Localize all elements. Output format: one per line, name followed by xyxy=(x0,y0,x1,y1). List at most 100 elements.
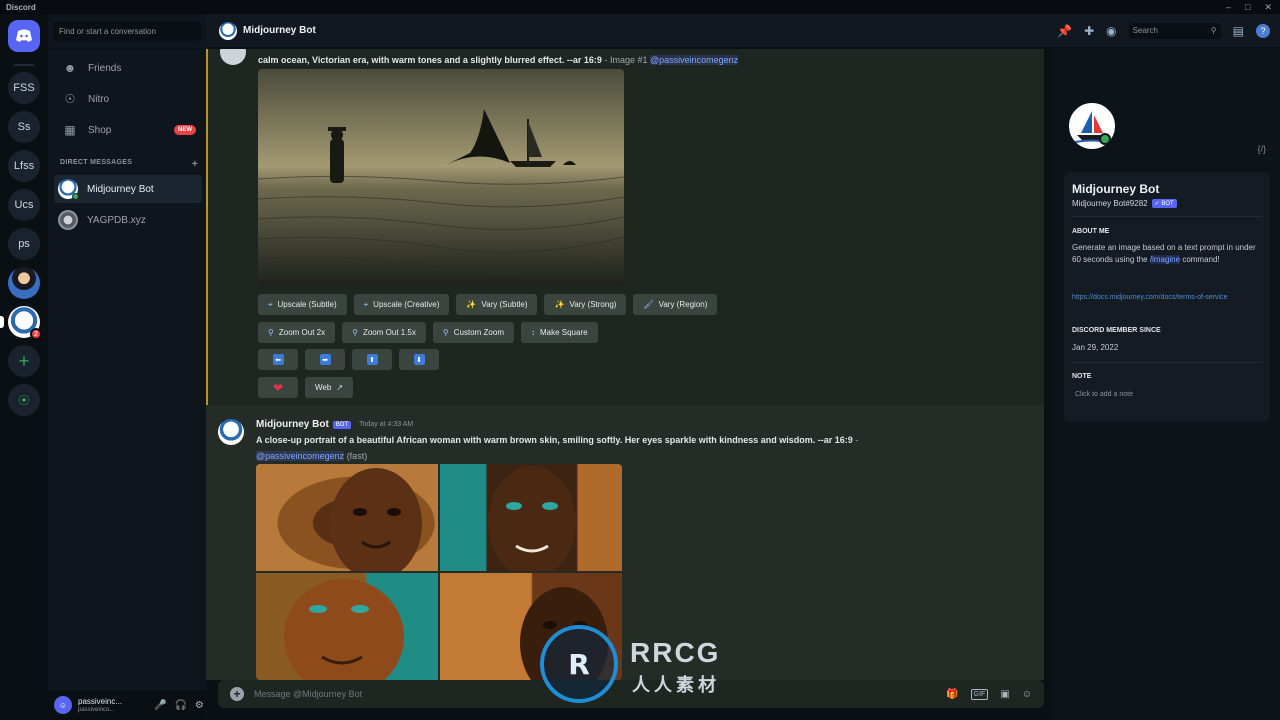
custom-zoom-button[interactable]: ⚲ Custom Zoom xyxy=(432,322,514,343)
watermark: R RRCG 人人素材 xyxy=(540,625,750,705)
server-ss[interactable]: Ss xyxy=(8,111,40,143)
timestamp: Today at 4:33 AM xyxy=(359,421,414,428)
make-square-button[interactable]: ↕ Make Square xyxy=(520,322,598,343)
arrow-down-icon: ⬇ xyxy=(413,354,425,365)
profile-tag: Midjourney Bot#9282 ✓ BOT xyxy=(1072,199,1177,208)
server-lfss[interactable]: Lfss xyxy=(8,150,40,182)
pan-up-button[interactable]: ⬆ xyxy=(352,349,392,370)
portrait-image-1[interactable] xyxy=(256,464,438,571)
minimize-icon[interactable]: – xyxy=(1226,2,1231,13)
web-link-button[interactable]: Web ↗ xyxy=(305,377,354,398)
create-dm-icon[interactable]: + xyxy=(192,159,198,170)
profile-card: Midjourney Bot Midjourney Bot#9282 ✓ BOT… xyxy=(1064,172,1270,422)
zoom-out-1-5x-button[interactable]: ⚲ Zoom Out 1.5x xyxy=(342,322,426,343)
nav-friends[interactable]: ☻ Friends xyxy=(54,54,202,82)
bot-badge: ✓ BOT xyxy=(1151,199,1177,208)
divider xyxy=(48,48,206,49)
active-indicator xyxy=(0,316,4,328)
maximize-icon[interactable]: □ xyxy=(1245,2,1250,13)
avatar xyxy=(220,49,246,65)
portrait-image-2[interactable] xyxy=(440,464,622,571)
face-illustration xyxy=(330,468,422,571)
microphone-icon[interactable]: 🎤 xyxy=(154,700,166,711)
watermark-text: RRCG xyxy=(630,637,721,668)
imagine-command[interactable]: /imagine xyxy=(1149,255,1181,264)
sparkle-icon: ✨ xyxy=(466,300,477,309)
vary-strong-button[interactable]: ✨ Vary (Strong) xyxy=(544,294,627,315)
server-avatar[interactable] xyxy=(8,267,40,299)
terms-link[interactable]: https://docs.midjourney.com/docs/terms-o… xyxy=(1072,292,1262,304)
home-button[interactable] xyxy=(8,20,40,52)
online-status-icon xyxy=(72,193,79,200)
bot-badge: BOT xyxy=(332,420,352,429)
user-info: passiveinc... passiveinco... xyxy=(78,697,146,713)
user-mention[interactable]: @passiveincomegenz xyxy=(649,55,739,65)
discover-button[interactable]: ⦿ xyxy=(8,384,40,416)
avatar[interactable] xyxy=(218,419,244,445)
upscale-subtle-button[interactable]: ⌖ Upscale (Subtle) xyxy=(258,294,347,315)
user-profile-icon[interactable]: ◉ xyxy=(1106,24,1116,38)
favorite-button[interactable]: ❤ xyxy=(258,377,298,398)
pan-down-button[interactable]: ⬇ xyxy=(399,349,439,370)
message-content: A close-up portrait of a beautiful Afric… xyxy=(256,435,859,461)
sticker-icon[interactable]: ▣ xyxy=(1000,689,1009,700)
avatar xyxy=(58,210,78,230)
nav-nitro[interactable]: ☉ Nitro xyxy=(54,85,202,113)
magnifier-icon: ⚲ xyxy=(442,328,449,337)
author-name[interactable]: Midjourney Bot xyxy=(256,419,329,430)
server-ps[interactable]: ps xyxy=(8,228,40,260)
magnifier-icon: ⚲ xyxy=(352,328,358,337)
expand-icon: ⌖ xyxy=(268,299,273,309)
pin-icon[interactable]: 📌 xyxy=(1057,24,1072,38)
username: passiveinc... xyxy=(78,697,123,706)
face-illustration xyxy=(488,466,576,571)
user-avatar[interactable]: ☺ xyxy=(54,696,72,714)
avatar xyxy=(58,179,79,200)
add-friend-icon[interactable]: ✚ xyxy=(1084,24,1094,38)
app-title: Discord xyxy=(6,2,36,12)
user-mention[interactable]: @passiveincomegenz xyxy=(256,451,345,461)
discord-window: Discord – □ ✕ FSS Ss Lfss Ucs ps 2 + ⦿ F… xyxy=(0,0,1280,720)
chat-header: Midjourney Bot 📌 ✚ ◉ Search ⚲ ▤ ? xyxy=(206,14,1280,48)
help-icon[interactable]: ? xyxy=(1256,23,1270,38)
slash-commands-icon[interactable]: {/} xyxy=(1257,144,1266,154)
message-input[interactable]: Message @Midjourney Bot xyxy=(254,689,362,699)
note-input[interactable]: Click to add a note xyxy=(1072,389,1262,401)
profile-avatar xyxy=(1065,99,1119,153)
add-server-button[interactable]: + xyxy=(8,345,40,377)
settings-gear-icon[interactable]: ⚙ xyxy=(195,700,204,711)
upscale-creative-button[interactable]: ⌖ Upscale (Creative) xyxy=(353,294,450,315)
inbox-icon[interactable]: ▤ xyxy=(1233,24,1244,38)
server-ucs[interactable]: Ucs xyxy=(8,189,40,221)
profile-name: Midjourney Bot xyxy=(1072,182,1160,196)
button-row-zoom: ⚲ Zoom Out 2x ⚲ Zoom Out 1.5x ⚲ Custom Zoom… xyxy=(258,322,598,343)
emoji-icon[interactable]: ☺ xyxy=(1022,689,1032,700)
portrait-image-3[interactable] xyxy=(256,573,438,680)
watermark-subtext: 人人素材 xyxy=(632,675,720,695)
user-profile-panel: {/} Midjourney Bot Midjourney Bot#9282 ✓… xyxy=(1050,49,1280,720)
zoom-out-2x-button[interactable]: ⚲ Zoom Out 2x xyxy=(258,322,336,343)
nav-shop[interactable]: ▦ Shop NEW xyxy=(54,116,202,144)
gif-icon[interactable]: GIF xyxy=(970,688,989,700)
title-bar: Discord – □ ✕ xyxy=(0,0,1280,14)
gift-icon[interactable]: 🎁 xyxy=(946,689,958,700)
watermark-logo-icon: R xyxy=(540,625,618,703)
generated-image[interactable] xyxy=(258,69,624,285)
dm-midjourney-avatar[interactable]: 2 xyxy=(0,306,42,340)
vary-subtle-button[interactable]: ✨ Vary (Subtle) xyxy=(456,294,538,315)
about-me-text: Generate an image based on a text prompt… xyxy=(1072,243,1256,264)
conversation-search[interactable]: Find or start a conversation xyxy=(53,21,201,41)
attach-plus-icon[interactable]: + xyxy=(230,687,244,701)
dm-item-midjourney-bot[interactable]: Midjourney Bot xyxy=(54,175,202,203)
button-row-extra: ❤ Web ↗ xyxy=(258,377,354,398)
server-fss[interactable]: FSS xyxy=(8,72,40,104)
new-badge: NEW xyxy=(174,125,196,135)
close-icon[interactable]: ✕ xyxy=(1264,2,1272,13)
search-input[interactable]: Search ⚲ xyxy=(1128,22,1221,39)
headphones-icon[interactable]: 🎧 xyxy=(174,700,186,711)
header-toolbar: 📌 ✚ ◉ Search ⚲ ▤ ? xyxy=(1057,22,1270,39)
pan-right-button[interactable]: ➡ xyxy=(305,349,345,370)
pan-left-button[interactable]: ⬅ xyxy=(258,349,298,370)
dm-item-yagpdb[interactable]: YAGPDB.xyz xyxy=(54,206,202,234)
vary-region-button[interactable]: 🖌 Vary (Region) xyxy=(633,294,718,315)
